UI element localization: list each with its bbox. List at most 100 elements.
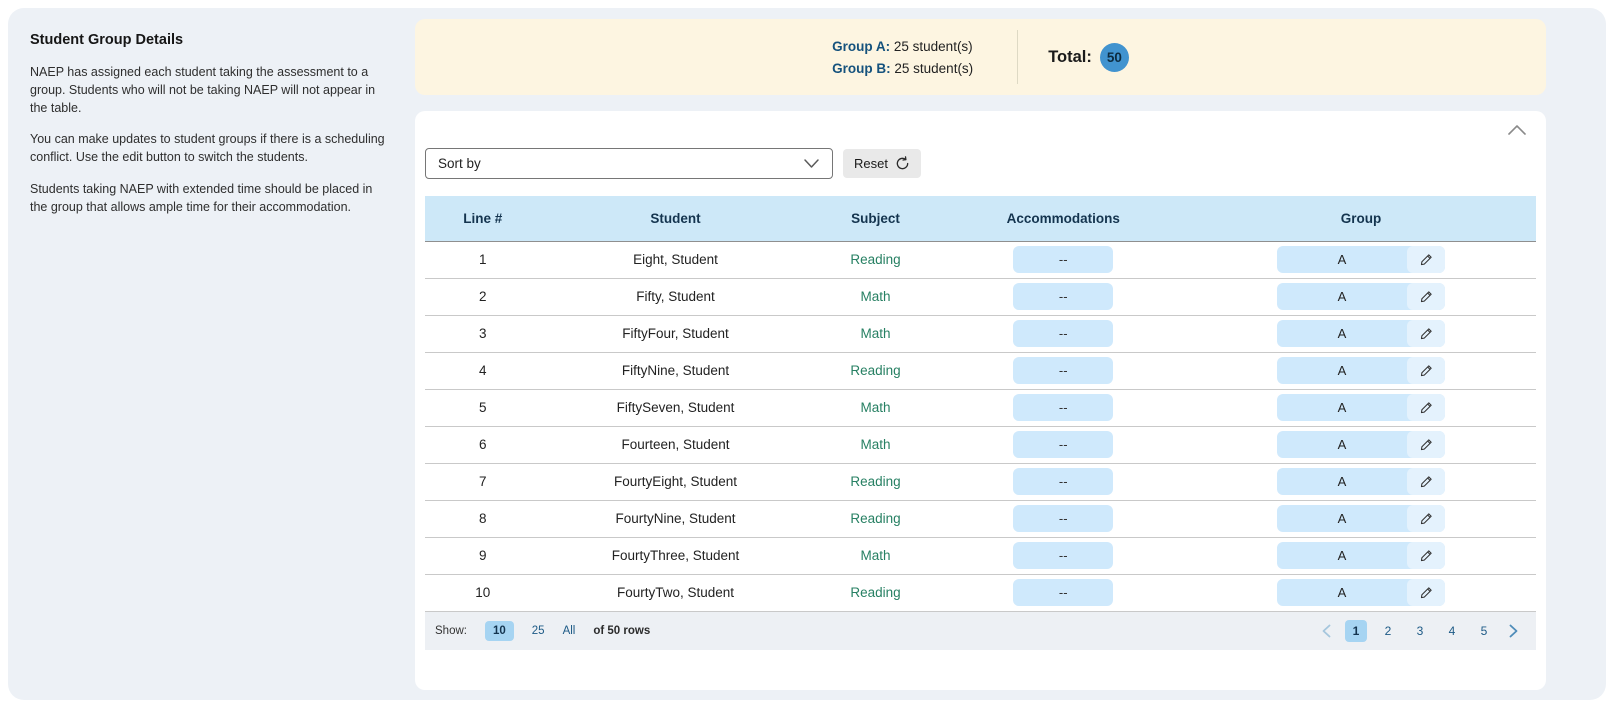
column-header-student: Student	[541, 196, 811, 241]
edit-group-button[interactable]	[1407, 579, 1445, 606]
edit-group-button[interactable]	[1407, 320, 1445, 347]
table-controls: Sort by Reset	[425, 111, 1536, 179]
edit-group-button[interactable]	[1407, 246, 1445, 273]
group-pill: A	[1277, 394, 1445, 421]
next-page-button[interactable]	[1505, 624, 1522, 638]
group-pill: A	[1277, 468, 1445, 495]
pencil-icon	[1419, 253, 1433, 267]
group-a-label: Group A:	[832, 39, 890, 54]
column-header-group: Group	[1186, 196, 1536, 241]
subject-cell: Math	[811, 426, 941, 463]
edit-group-button[interactable]	[1407, 394, 1445, 421]
subject-cell: Reading	[811, 574, 941, 611]
table-header-row: Line # Student Subject Accommodations Gr…	[425, 196, 1536, 241]
page-5-button[interactable]: 5	[1473, 620, 1495, 642]
table-body: 1 Eight, Student Reading -- A 2 Fifty, S…	[425, 241, 1536, 611]
group-pill: A	[1277, 283, 1445, 310]
edit-group-button[interactable]	[1407, 357, 1445, 384]
column-header-subject: Subject	[811, 196, 941, 241]
line-number-cell: 1	[425, 241, 541, 278]
page-size-25[interactable]: 25	[532, 625, 545, 637]
chevron-left-icon	[1322, 624, 1331, 638]
edit-group-button[interactable]	[1407, 542, 1445, 569]
total-count: Total: 50	[1048, 43, 1129, 72]
accommodations-value: --	[1013, 283, 1113, 310]
table-row: 10 FourtyTwo, Student Reading -- A	[425, 574, 1536, 611]
student-name-cell: FourtyEight, Student	[541, 463, 811, 500]
edit-group-button[interactable]	[1407, 283, 1445, 310]
page-1-button[interactable]: 1	[1345, 620, 1367, 642]
group-value: A	[1277, 505, 1407, 532]
accommodations-cell: --	[940, 352, 1186, 389]
group-a-value: 25 student(s)	[894, 39, 973, 54]
accommodations-cell: --	[940, 463, 1186, 500]
page-4-button[interactable]: 4	[1441, 620, 1463, 642]
group-pill: A	[1277, 320, 1445, 347]
group-a-count: Group A: 25 student(s)	[832, 39, 973, 54]
student-name-cell: FiftyNine, Student	[541, 352, 811, 389]
student-table-card: Sort by Reset Line # Student Subject Acc…	[415, 111, 1546, 690]
group-value: A	[1277, 394, 1407, 421]
reset-button[interactable]: Reset	[843, 149, 921, 178]
accommodations-cell: --	[940, 389, 1186, 426]
group-cell: A	[1186, 500, 1536, 537]
column-header-accommodations: Accommodations	[940, 196, 1186, 241]
group-value: A	[1277, 542, 1407, 569]
group-value: A	[1277, 431, 1407, 458]
collapse-panel-button[interactable]	[1506, 123, 1528, 137]
line-number-cell: 8	[425, 500, 541, 537]
table-row: 6 Fourteen, Student Math -- A	[425, 426, 1536, 463]
group-value: A	[1277, 246, 1407, 273]
subject-cell: Math	[811, 537, 941, 574]
group-pill: A	[1277, 246, 1445, 273]
pencil-icon	[1419, 475, 1433, 489]
pencil-icon	[1419, 290, 1433, 304]
accommodations-value: --	[1013, 246, 1113, 273]
page-size-all[interactable]: All	[563, 625, 576, 637]
pencil-icon	[1419, 549, 1433, 563]
page-size-10[interactable]: 10	[485, 621, 514, 641]
table-row: 5 FiftySeven, Student Math -- A	[425, 389, 1536, 426]
reset-icon	[895, 156, 910, 171]
group-cell: A	[1186, 241, 1536, 278]
page-size-controls: Show: 10 25 All of 50 rows	[435, 621, 650, 641]
group-cell: A	[1186, 463, 1536, 500]
accommodations-cell: --	[940, 426, 1186, 463]
accommodations-value: --	[1013, 505, 1113, 532]
table-row: 1 Eight, Student Reading -- A	[425, 241, 1536, 278]
accommodations-value: --	[1013, 394, 1113, 421]
previous-page-button[interactable]	[1318, 624, 1335, 638]
student-name-cell: Fifty, Student	[541, 278, 811, 315]
accommodations-value: --	[1013, 579, 1113, 606]
group-counts: Group A: 25 student(s) Group B: 25 stude…	[832, 39, 973, 76]
accommodations-value: --	[1013, 468, 1113, 495]
group-pill: A	[1277, 431, 1445, 458]
line-number-cell: 5	[425, 389, 541, 426]
subject-cell: Reading	[811, 352, 941, 389]
group-pill: A	[1277, 542, 1445, 569]
page-3-button[interactable]: 3	[1409, 620, 1431, 642]
accommodations-value: --	[1013, 357, 1113, 384]
accommodations-cell: --	[940, 537, 1186, 574]
edit-group-button[interactable]	[1407, 468, 1445, 495]
pencil-icon	[1419, 512, 1433, 526]
line-number-cell: 3	[425, 315, 541, 352]
edit-group-button[interactable]	[1407, 505, 1445, 532]
show-label: Show:	[435, 625, 467, 637]
sort-by-placeholder: Sort by	[438, 156, 481, 171]
sort-by-select[interactable]: Sort by	[425, 148, 833, 179]
page-2-button[interactable]: 2	[1377, 620, 1399, 642]
group-value: A	[1277, 320, 1407, 347]
pencil-icon	[1419, 327, 1433, 341]
group-cell: A	[1186, 574, 1536, 611]
pagination: 1 2 3 4 5	[1318, 620, 1522, 642]
group-b-label: Group B:	[832, 61, 891, 76]
banner-divider	[1017, 30, 1018, 84]
sidebar-paragraph-2: You can make updates to student groups i…	[30, 131, 390, 167]
pencil-icon	[1419, 438, 1433, 452]
edit-group-button[interactable]	[1407, 431, 1445, 458]
group-b-count: Group B: 25 student(s)	[832, 61, 973, 76]
student-group-panel: Student Group Details NAEP has assigned …	[8, 8, 1606, 700]
group-cell: A	[1186, 278, 1536, 315]
accommodations-value: --	[1013, 320, 1113, 347]
